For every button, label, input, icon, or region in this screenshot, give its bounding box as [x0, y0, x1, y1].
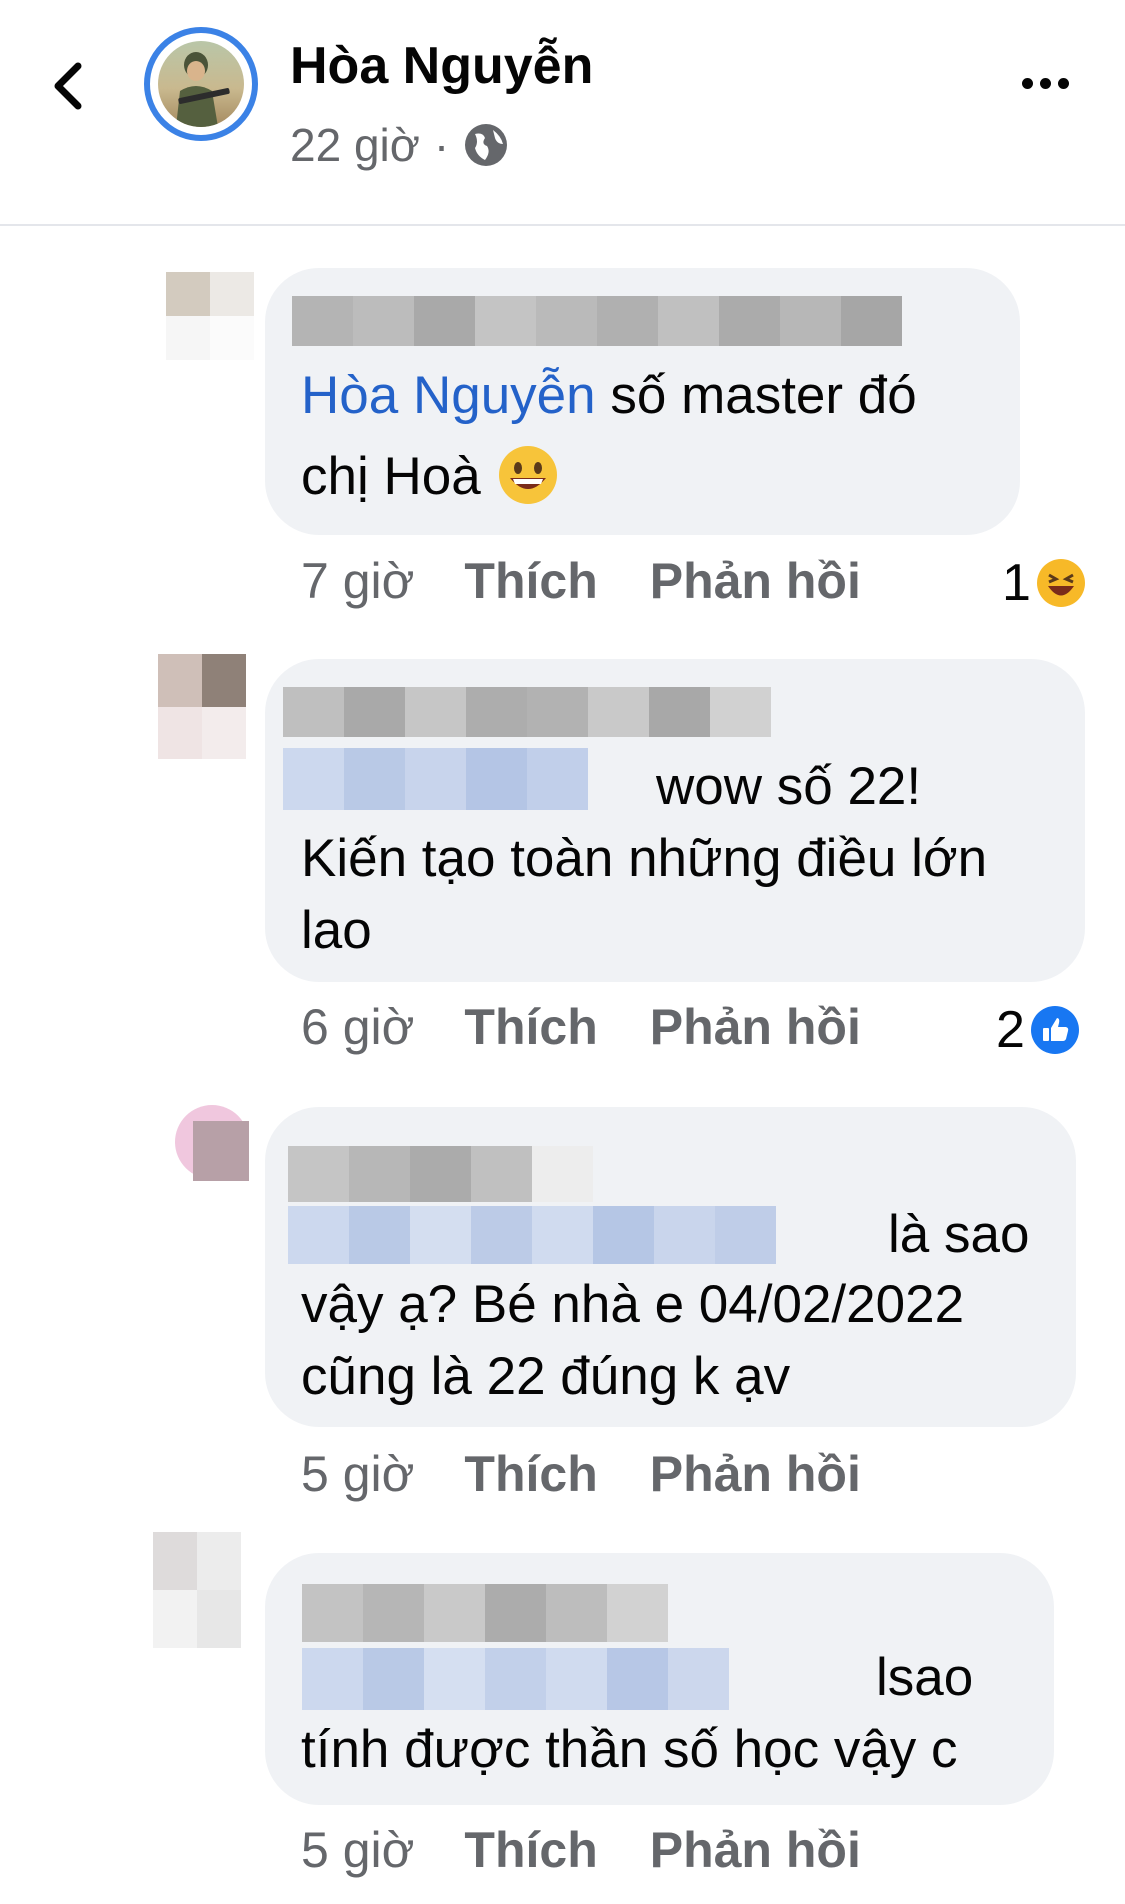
comment-time: 5 giờ	[301, 1822, 415, 1878]
comment-actions: 7 giờ Thích Phản hồi	[301, 552, 861, 610]
haha-reaction-icon	[1036, 559, 1085, 607]
comment-time: 6 giờ	[301, 999, 415, 1055]
reply-button[interactable]: Phản hồi	[650, 998, 861, 1056]
commenter-avatar[interactable]	[166, 272, 254, 360]
reaction-count: 1	[1002, 554, 1031, 612]
mention-link[interactable]: Hòa Nguyễn	[301, 366, 596, 425]
commenter-avatar[interactable]	[158, 654, 246, 759]
blurred-mention	[288, 1206, 776, 1264]
comment-time: 7 giờ	[301, 553, 415, 609]
comment-text-line: chị Hoà	[301, 440, 559, 513]
chevron-left-icon[interactable]	[50, 60, 86, 112]
comment-actions: 5 giờ Thích Phản hồi	[301, 1445, 861, 1503]
commenter-avatar[interactable]	[175, 1105, 249, 1181]
blurred-commenter-name	[283, 687, 771, 737]
more-dots-icon[interactable]	[1022, 78, 1069, 89]
reply-button[interactable]: Phản hồi	[650, 1445, 861, 1503]
author-name[interactable]: Hòa Nguyễn	[290, 36, 593, 96]
commenter-avatar[interactable]	[153, 1532, 241, 1648]
reply-button[interactable]: Phản hồi	[650, 552, 861, 610]
globe-icon	[465, 124, 508, 166]
comment-time: 5 giờ	[301, 1446, 415, 1502]
blurred-commenter-name	[292, 296, 902, 346]
comment-actions: 6 giờ Thích Phản hồi	[301, 998, 861, 1056]
post-meta: 22 giờ ·	[290, 118, 509, 172]
author-avatar[interactable]	[144, 27, 258, 141]
reply-button[interactable]: Phản hồi	[650, 1821, 861, 1879]
like-button[interactable]: Thích	[464, 998, 597, 1056]
like-reaction-icon	[1030, 1006, 1079, 1054]
blurred-mention	[302, 1648, 729, 1710]
comment-text-line: Hòa Nguyễn số master đó	[301, 366, 917, 425]
comment-text-line: wow số 22!	[656, 757, 922, 816]
post-time: 22 giờ	[290, 119, 420, 171]
comment-text-line: lao	[301, 901, 372, 960]
comment-actions: 5 giờ Thích Phản hồi	[301, 1821, 861, 1879]
reaction-summary[interactable]: 2	[996, 1000, 1079, 1060]
blurred-mention	[283, 748, 588, 810]
like-button[interactable]: Thích	[464, 1445, 597, 1503]
avatar-photo	[158, 41, 244, 127]
like-button[interactable]: Thích	[464, 552, 597, 610]
meta-separator: ·	[433, 119, 450, 171]
reaction-count: 2	[996, 1001, 1025, 1059]
comment-text-line: lsao	[876, 1648, 974, 1707]
comment-text-line: tính được thần số học vậy c	[301, 1720, 958, 1779]
comment-text-line: là sao	[888, 1205, 1030, 1264]
like-button[interactable]: Thích	[464, 1821, 597, 1879]
comment-text-line: vậy ạ? Bé nhà e 04/02/2022	[301, 1275, 965, 1334]
grinning-face-icon	[499, 446, 558, 504]
post-header: Hòa Nguyễn 22 giờ ·	[0, 0, 1125, 226]
blurred-commenter-name	[288, 1146, 593, 1202]
comment-text-line: cũng là 22 đúng k ạv	[301, 1347, 791, 1406]
blurred-commenter-name	[302, 1584, 668, 1642]
comment-text-line: Kiến tạo toàn những điều lớn	[301, 829, 988, 888]
reaction-summary[interactable]: 1	[1002, 553, 1085, 613]
